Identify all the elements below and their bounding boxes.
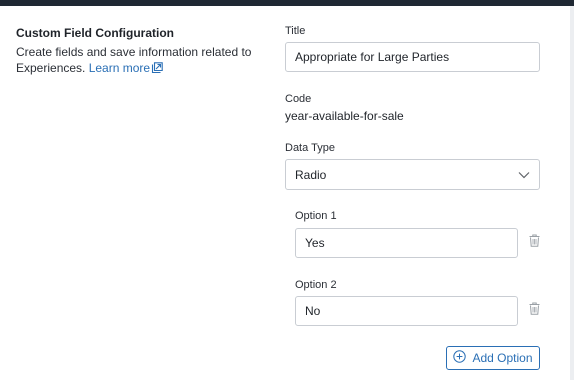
chevron-down-icon [518, 168, 530, 182]
data-type-value: Radio [295, 167, 327, 182]
code-label: Code [285, 93, 312, 105]
section-title: Custom Field Configuration [16, 26, 174, 40]
option-2-input[interactable] [295, 296, 518, 326]
data-type-select[interactable]: Radio [285, 159, 540, 190]
trash-icon[interactable] [529, 234, 540, 252]
option-2-label: Option 2 [295, 279, 337, 291]
top-bar [0, 0, 574, 6]
add-option-button[interactable]: Add Option [446, 346, 540, 370]
title-input[interactable] [285, 42, 540, 72]
code-value: year-available-for-sale [285, 109, 404, 123]
option-1-label: Option 1 [295, 210, 337, 222]
scrollbar[interactable] [570, 6, 574, 380]
option-1-input[interactable] [295, 228, 518, 258]
title-label: Title [285, 25, 306, 37]
section-description: Create fields and save information relat… [16, 44, 256, 78]
learn-more-link[interactable]: Learn more [89, 61, 163, 75]
plus-circle-icon [453, 350, 467, 366]
data-type-label: Data Type [285, 142, 335, 154]
external-link-icon [151, 62, 163, 78]
learn-more-label: Learn more [88, 61, 151, 75]
trash-icon[interactable] [529, 302, 540, 320]
add-option-label: Add Option [472, 351, 533, 365]
